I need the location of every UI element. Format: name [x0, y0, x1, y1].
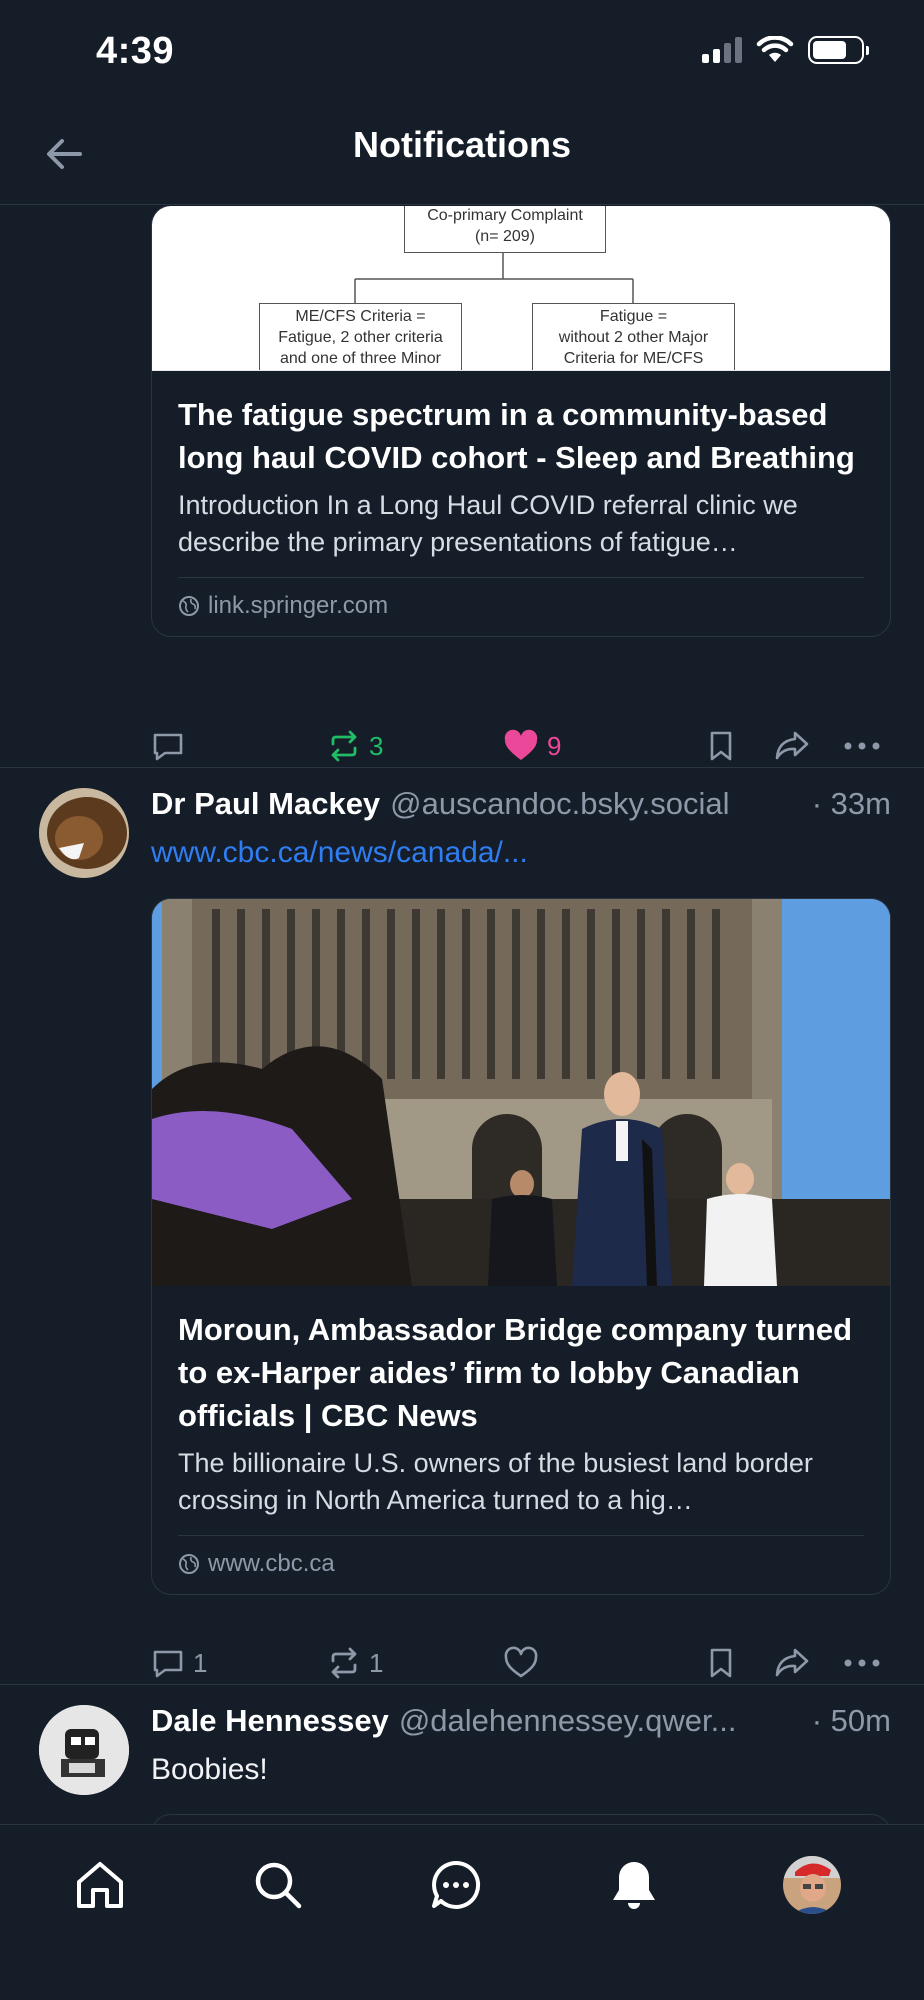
- chat-icon: [432, 1860, 481, 1909]
- link-card[interactable]: [151, 1814, 891, 1824]
- post-separator: [0, 767, 924, 768]
- bell-icon: [613, 1862, 655, 1909]
- card-title: The fatigue spectrum in a community-base…: [178, 397, 855, 475]
- author-name[interactable]: Dr Paul Mackey: [151, 786, 380, 822]
- globe-icon: [179, 1554, 199, 1574]
- card-domain-text: www.cbc.ca: [208, 1550, 335, 1577]
- more-options-button[interactable]: [844, 741, 880, 751]
- reply-icon: [153, 733, 183, 761]
- cellular-signal-icon: [702, 37, 742, 63]
- avatar[interactable]: [39, 1705, 129, 1795]
- post-time: · 33m: [811, 786, 891, 821]
- avatar[interactable]: [39, 788, 129, 878]
- repost-button[interactable]: 1: [327, 1646, 383, 1680]
- tab-chat[interactable]: [426, 1855, 486, 1915]
- tab-profile[interactable]: [782, 1855, 842, 1915]
- page-title: Notifications: [352, 124, 571, 165]
- diagram-box-right: Fatigue = without 2 other Major Criteria…: [532, 303, 735, 370]
- share-icon: [775, 1648, 809, 1677]
- post-header: Dale Hennessey @dalehennessey.qwer... · …: [151, 1703, 891, 1739]
- post-text: Boobies!: [151, 1753, 268, 1786]
- like-count: 9: [547, 730, 562, 761]
- author-handle[interactable]: @auscandoc.bsky.social: [390, 786, 729, 822]
- wifi-icon: [756, 36, 794, 62]
- bookmark-icon: [710, 1648, 732, 1678]
- notifications-feed[interactable]: Co-primary Complaint (n= 209) ME/CFS Cri…: [0, 206, 924, 1824]
- card-domain: link.springer.com: [178, 578, 864, 636]
- bottom-tab-bar: [0, 1824, 924, 2000]
- post-actions: 1 1: [151, 1638, 891, 1688]
- share-button[interactable]: [773, 1646, 811, 1680]
- card-description: Introduction In a Long Haul COVID referr…: [178, 490, 798, 557]
- share-button[interactable]: [773, 729, 811, 763]
- card-image-photo: [152, 899, 890, 1286]
- page-header: Notifications: [0, 100, 924, 205]
- card-domain: www.cbc.ca: [178, 1536, 864, 1594]
- post-separator: [0, 1684, 924, 1685]
- card-title: Moroun, Ambassador Bridge company turned…: [178, 1312, 853, 1433]
- post-link[interactable]: www.cbc.ca/news/canada/...: [151, 836, 528, 870]
- home-icon: [77, 1862, 123, 1908]
- status-bar: 4:39: [0, 0, 924, 100]
- more-options-button[interactable]: [844, 1658, 880, 1668]
- repost-count: 3: [369, 730, 384, 761]
- tab-search[interactable]: [248, 1855, 308, 1915]
- author-handle[interactable]: @dalehennessey.qwer...: [399, 1703, 737, 1739]
- post-time: · 50m: [811, 1703, 891, 1738]
- tab-notifications[interactable]: [604, 1855, 664, 1915]
- card-domain-text: link.springer.com: [208, 592, 389, 619]
- repost-count: 1: [369, 1647, 384, 1678]
- diagram-box-left: ME/CFS Criteria = Fatigue, 2 other crite…: [259, 303, 462, 370]
- card-image-diagram: Co-primary Complaint (n= 209) ME/CFS Cri…: [152, 206, 890, 371]
- profile-avatar: [783, 1856, 841, 1914]
- like-button[interactable]: [503, 1646, 539, 1680]
- tab-home[interactable]: [70, 1855, 130, 1915]
- globe-icon: [179, 596, 199, 616]
- reply-count: 1: [193, 1647, 208, 1678]
- like-button[interactable]: 9: [503, 729, 561, 763]
- bookmark-button[interactable]: [706, 1646, 736, 1680]
- heart-icon: [504, 1646, 538, 1678]
- bookmark-button[interactable]: [706, 729, 736, 763]
- bookmark-icon: [710, 731, 732, 761]
- repost-icon: [331, 730, 357, 762]
- more-horizontal-icon: [844, 1659, 880, 1667]
- search-icon: [255, 1862, 302, 1909]
- post-header: Dr Paul Mackey @auscandoc.bsky.social · …: [151, 786, 891, 822]
- reply-icon: [153, 1650, 183, 1678]
- link-card[interactable]: Co-primary Complaint (n= 209) ME/CFS Cri…: [151, 206, 891, 637]
- reply-button[interactable]: [151, 729, 185, 763]
- card-description: The billionaire U.S. owners of the busie…: [178, 1448, 813, 1515]
- heart-filled-icon: [504, 729, 538, 760]
- status-icons: [702, 36, 869, 64]
- repost-icon: [331, 1647, 357, 1679]
- share-icon: [775, 731, 809, 760]
- repost-button[interactable]: 3: [327, 729, 383, 763]
- link-card[interactable]: Moroun, Ambassador Bridge company turned…: [151, 898, 891, 1595]
- reply-button[interactable]: 1: [151, 1646, 207, 1680]
- status-time: 4:39: [96, 30, 175, 72]
- battery-icon: [808, 36, 869, 64]
- author-name[interactable]: Dale Hennessey: [151, 1703, 389, 1739]
- post-actions: 3 9: [151, 721, 891, 771]
- more-horizontal-icon: [844, 742, 880, 750]
